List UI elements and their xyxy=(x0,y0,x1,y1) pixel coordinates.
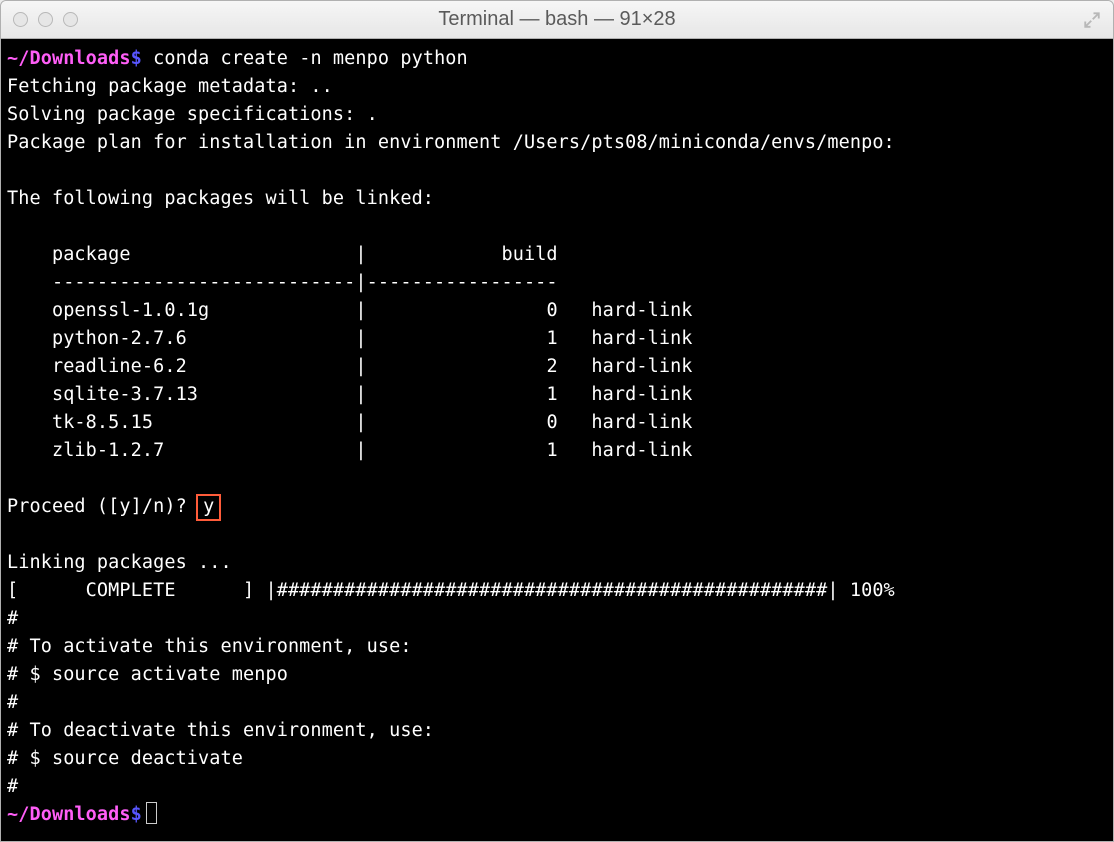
pkg-build: 0 xyxy=(546,412,557,433)
prompt-path: ~/Downloads xyxy=(7,804,131,825)
pkg-name: readline-6.2 xyxy=(52,356,187,377)
pkg-name: sqlite-3.7.13 xyxy=(52,384,198,405)
pkg-link: hard-link xyxy=(591,384,692,405)
pkg-link: hard-link xyxy=(591,356,692,377)
table-header: build xyxy=(501,244,557,265)
pkg-link: hard-link xyxy=(591,440,692,461)
prompt-dollar: $ xyxy=(131,48,142,69)
close-icon[interactable] xyxy=(13,12,28,27)
proceed-prompt: Proceed ([y]/n)? xyxy=(7,496,187,517)
output-line: Solving package specifications: . xyxy=(7,104,378,125)
pkg-build: 1 xyxy=(546,440,557,461)
note-line: # xyxy=(7,608,18,629)
prompt-dollar: $ xyxy=(131,804,142,825)
expand-icon[interactable] xyxy=(1083,11,1101,29)
pkg-build: 1 xyxy=(546,384,557,405)
note-line: # xyxy=(7,692,18,713)
terminal-content[interactable]: ~/Downloads$ conda create -n menpo pytho… xyxy=(1,39,1113,841)
cursor-icon xyxy=(146,802,157,824)
output-line: The following packages will be linked: xyxy=(7,188,434,209)
prompt-path: ~/Downloads xyxy=(7,48,131,69)
pkg-build: 0 xyxy=(546,300,557,321)
pkg-name: zlib-1.2.7 xyxy=(52,440,164,461)
pkg-name: tk-8.5.15 xyxy=(52,412,153,433)
pkg-link: hard-link xyxy=(591,300,692,321)
table-header: package xyxy=(52,244,131,265)
output-line: Package plan for installation in environ… xyxy=(7,132,895,153)
titlebar[interactable]: Terminal — bash — 91×28 xyxy=(1,1,1113,39)
note-line: # $ source activate menpo xyxy=(7,664,288,685)
command-text: conda create -n menpo python xyxy=(153,48,468,69)
progress-bar: [ COMPLETE ] |##########################… xyxy=(7,580,895,601)
zoom-icon[interactable] xyxy=(63,12,78,27)
note-line: # To activate this environment, use: xyxy=(7,636,412,657)
terminal-window: Terminal — bash — 91×28 ~/Downloads$ con… xyxy=(0,0,1114,842)
pkg-build: 1 xyxy=(546,328,557,349)
traffic-lights xyxy=(1,12,78,27)
pkg-build: 2 xyxy=(546,356,557,377)
window-title: Terminal — bash — 91×28 xyxy=(438,8,675,31)
pkg-link: hard-link xyxy=(591,328,692,349)
table-divider: ---------------------------|------------… xyxy=(52,272,558,293)
pkg-name: python-2.7.6 xyxy=(52,328,187,349)
note-line: # xyxy=(7,776,18,797)
minimize-icon[interactable] xyxy=(38,12,53,27)
note-line: # $ source deactivate xyxy=(7,748,243,769)
pkg-link: hard-link xyxy=(591,412,692,433)
note-line: # To deactivate this environment, use: xyxy=(7,720,434,741)
pkg-name: openssl-1.0.1g xyxy=(52,300,209,321)
proceed-answer: y xyxy=(196,494,221,521)
output-line: Fetching package metadata: .. xyxy=(7,76,333,97)
output-line: Linking packages ... xyxy=(7,552,232,573)
